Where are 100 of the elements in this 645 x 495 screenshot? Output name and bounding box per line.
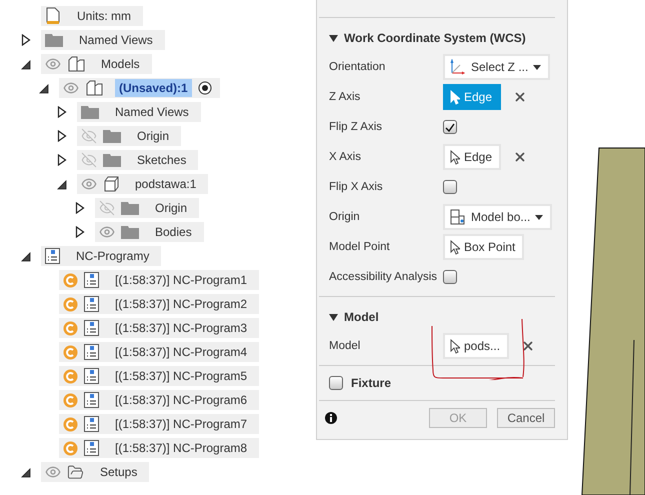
clear-icon[interactable] [513, 90, 528, 104]
tree-label: [(1:58:37)] NC-Program7 [114, 416, 248, 433]
checkbox[interactable] [443, 270, 457, 284]
nc-program-icon [84, 344, 99, 360]
tree-label: Units: mm [76, 8, 132, 25]
folder-icon [103, 153, 121, 167]
field-label: Flip Z Axis [329, 121, 384, 133]
folder-icon [45, 33, 63, 47]
field-label: Z Axis [329, 91, 362, 103]
dropdown[interactable]: Model bo... [443, 204, 552, 230]
section-header[interactable]: Model [329, 303, 555, 331]
tree-item[interactable]: Origin [77, 126, 182, 146]
tree-label: Sketches [136, 152, 188, 169]
collapse-toggle-icon[interactable] [39, 82, 49, 94]
tree-item[interactable]: Sketches [77, 150, 198, 170]
tree-item[interactable]: Bodies [95, 222, 204, 242]
box-origin-icon [450, 209, 466, 225]
tree-item[interactable]: Models [41, 54, 152, 74]
checkbox[interactable] [443, 120, 457, 134]
tree-label: [(1:58:37)] NC-Program8 [114, 440, 248, 457]
tree-item[interactable]: NC-Programy [41, 246, 162, 266]
cube-icon [103, 176, 119, 192]
expand-toggle-icon[interactable] [57, 106, 67, 118]
field-label: Flip X Axis [329, 181, 384, 193]
tree-label: Origin [136, 128, 170, 145]
pointer-icon [450, 90, 460, 104]
nc-program-icon [84, 296, 99, 312]
fixture-label: Fixture [351, 376, 392, 390]
tree-item[interactable]: [(1:58:37)] NC-Program6 [59, 390, 260, 410]
expand-toggle-icon[interactable] [75, 202, 85, 214]
tree-label: [(1:58:37)] NC-Program5 [114, 368, 248, 385]
tree-label: podstawa:1 [134, 176, 198, 193]
dialog-button[interactable]: Cancel [497, 408, 555, 428]
field-label: Model [329, 340, 362, 352]
selection-button[interactable]: pods... [443, 333, 510, 359]
tree-item[interactable]: podstawa:1 [77, 174, 208, 194]
pointer-icon [450, 338, 460, 354]
pointer-icon [450, 150, 460, 164]
section-header[interactable]: Work Coordinate System (WCS) [329, 24, 555, 52]
selection-button[interactable]: Box Point [443, 234, 524, 260]
active-radio-icon[interactable] [198, 81, 212, 95]
checkbox[interactable] [443, 180, 457, 194]
tree-item[interactable]: Named Views [77, 102, 201, 122]
expand-toggle-icon[interactable] [57, 130, 67, 142]
tree-item[interactable]: Named Views [41, 30, 165, 50]
nc-program-icon [84, 416, 99, 432]
tree-item[interactable]: [(1:58:37)] NC-Program7 [59, 414, 260, 434]
expand-toggle-icon[interactable] [21, 34, 31, 46]
tree-item[interactable]: [(1:58:37)] NC-Program2 [59, 294, 260, 314]
tree-item[interactable]: Units: mm [41, 6, 143, 26]
collapse-toggle-icon[interactable] [21, 250, 31, 262]
open-folder-icon [67, 464, 84, 480]
field-label: Model Point [329, 241, 391, 253]
tree-item[interactable]: [(1:58:37)] NC-Program1 [59, 270, 260, 290]
tree-label: Origin [154, 200, 188, 217]
status-icon [63, 440, 78, 456]
caret-icon [533, 64, 542, 70]
collapse-toggle-icon[interactable] [21, 466, 31, 478]
dropdown[interactable]: Select Z ... [443, 54, 550, 80]
info-icon[interactable] [325, 412, 337, 424]
tree-label: [(1:58:37)] NC-Program2 [114, 296, 248, 313]
tree-label: Named Views [78, 32, 154, 49]
clear-icon[interactable] [513, 150, 528, 164]
components-icon [85, 80, 103, 96]
selection-button[interactable]: Edge [443, 144, 502, 170]
nc-program-icon [84, 440, 99, 456]
tree-item[interactable]: [(1:58:37)] NC-Program5 [59, 366, 260, 386]
status-icon [63, 368, 78, 384]
clear-icon[interactable] [521, 339, 536, 353]
expand-toggle-icon[interactable] [57, 154, 67, 166]
nc-program-icon [84, 320, 99, 336]
status-icon [63, 392, 78, 408]
caret-icon [535, 214, 544, 220]
tree-label: [(1:58:37)] NC-Program6 [114, 392, 248, 409]
status-icon [63, 344, 78, 360]
tree-label: Named Views [114, 104, 190, 121]
folder-icon [103, 129, 121, 143]
folder-icon [121, 225, 139, 239]
tree-item[interactable]: Setups [41, 462, 150, 482]
expand-toggle-icon[interactable] [75, 226, 85, 238]
tree-item[interactable]: [(1:58:37)] NC-Program3 [59, 318, 260, 338]
components-icon [67, 56, 85, 72]
folder-icon [121, 201, 139, 215]
tree-item[interactable]: (Unsaved):1 [59, 78, 220, 98]
checkbox[interactable] [329, 376, 343, 390]
status-icon [63, 296, 78, 312]
folder-icon [81, 105, 99, 119]
tree-label: Setups [99, 464, 138, 481]
collapse-toggle-icon[interactable] [21, 58, 31, 70]
field-label: X Axis [329, 151, 362, 163]
tree-item[interactable]: Origin [95, 198, 200, 218]
tree-label: Models [100, 56, 141, 73]
document-icon [45, 7, 61, 25]
tree-label: Bodies [154, 224, 193, 241]
tree-item[interactable]: [(1:58:37)] NC-Program8 [59, 438, 260, 458]
tree-item[interactable]: [(1:58:37)] NC-Program4 [59, 342, 260, 362]
status-icon [63, 320, 78, 336]
tree-label: [(1:58:37)] NC-Program4 [114, 344, 248, 361]
nc-program-icon [84, 392, 99, 408]
collapse-toggle-icon[interactable] [57, 178, 67, 190]
